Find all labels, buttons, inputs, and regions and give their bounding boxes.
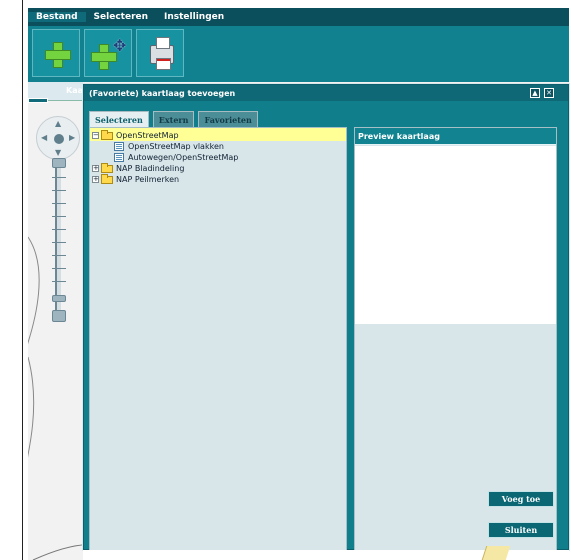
tree-item-label: Autowegen/OpenStreetMap	[128, 153, 239, 162]
toolbar: ✥	[28, 26, 569, 82]
add-layer-dialog: (Favoriete) kaartlaag toevoegen ▲ ✕ Sele…	[83, 84, 569, 560]
tree-item-label: OpenStreetMap	[116, 131, 179, 140]
pan-down-icon[interactable]: ▼	[55, 148, 61, 157]
tree-item-label: NAP Bladindeling	[116, 164, 185, 173]
preview-title: Preview kaartlaag	[355, 128, 556, 145]
layer-tree: − OpenStreetMap OpenStreetMap vlakken Au…	[92, 129, 238, 185]
menu-bestand[interactable]: Bestand	[28, 12, 86, 22]
zoom-position-knob[interactable]	[52, 295, 66, 302]
pan-up-icon[interactable]: ▲	[55, 119, 61, 128]
zoom-tick	[52, 216, 66, 217]
zoom-tick	[52, 190, 66, 191]
print-button[interactable]	[136, 29, 184, 77]
plus-icon	[45, 42, 71, 68]
top-white-strip	[0, 0, 571, 8]
pan-control-icon[interactable]: ▲ ◀ ▶ ▼	[36, 116, 80, 160]
zoom-in-knob[interactable]	[52, 158, 66, 168]
move-arrows-icon: ✥	[113, 36, 127, 55]
tree-item-label: OpenStreetMap vlakken	[128, 142, 224, 151]
menu-selecteren[interactable]: Selecteren	[86, 12, 156, 22]
tab-favorieten[interactable]: Favorieten	[198, 111, 258, 127]
zoom-tick	[52, 177, 66, 178]
yellow-road-shape	[481, 546, 511, 560]
tab-selecteren[interactable]: Selecteren	[89, 111, 149, 127]
tab-extern[interactable]: Extern	[152, 111, 195, 127]
menu-instellingen[interactable]: Instellingen	[156, 12, 232, 22]
zoom-tick	[52, 281, 66, 282]
expand-icon[interactable]: +	[92, 176, 99, 183]
layer-icon	[114, 142, 124, 151]
close-icon[interactable]: ✕	[544, 88, 554, 98]
folder-icon	[101, 129, 113, 140]
close-button[interactable]: Sluiten	[488, 522, 554, 538]
zoom-slider-icon[interactable]	[52, 158, 66, 322]
layer-icon	[114, 153, 124, 162]
left-window-border	[22, 0, 23, 560]
pan-left-icon[interactable]: ◀	[41, 133, 47, 142]
dialog-tabs: Selecteren Extern Favorieten	[89, 111, 262, 127]
dialog-title: (Favoriete) kaartlaag toevoegen	[84, 85, 568, 101]
add-move-layer-button[interactable]: ✥	[84, 29, 132, 77]
tree-item-nap-bladindeling[interactable]: + NAP Bladindeling	[92, 162, 238, 174]
tree-item-autowegen[interactable]: Autowegen/OpenStreetMap	[114, 152, 238, 163]
application-window: Bestand Selecteren Instellingen ✥ Kaartl…	[0, 0, 571, 560]
preview-image-area	[355, 146, 556, 324]
zoom-tick	[52, 203, 66, 204]
expand-icon[interactable]: +	[92, 165, 99, 172]
collapse-icon[interactable]: −	[92, 132, 99, 139]
folder-icon	[101, 162, 113, 173]
pan-right-icon[interactable]: ▶	[69, 133, 75, 142]
minimize-icon[interactable]: ▲	[530, 88, 540, 98]
plus-icon	[91, 44, 117, 70]
tree-item-nap-peilmerken[interactable]: + NAP Peilmerken	[92, 173, 238, 185]
add-layer-button[interactable]	[32, 29, 80, 77]
zoom-tick	[52, 229, 66, 230]
layer-tree-panel: − OpenStreetMap OpenStreetMap vlakken Au…	[89, 127, 347, 560]
tree-item-label: NAP Peilmerken	[116, 175, 180, 184]
pan-center-icon[interactable]	[54, 134, 64, 144]
tree-item-openstreetmap[interactable]: − OpenStreetMap	[92, 129, 238, 141]
add-button[interactable]: Voeg toe	[488, 491, 554, 507]
map-collapse-icon[interactable]	[28, 98, 48, 103]
zoom-tick	[52, 268, 66, 269]
folder-icon	[101, 173, 113, 184]
menu-bar: Bestand Selecteren Instellingen	[28, 8, 569, 26]
tree-item-openstreetmap-vlakken[interactable]: OpenStreetMap vlakken	[114, 141, 238, 152]
zoom-tick	[52, 255, 66, 256]
zoom-tick	[52, 242, 66, 243]
printer-icon	[150, 37, 174, 70]
zoom-out-knob[interactable]	[52, 310, 66, 322]
